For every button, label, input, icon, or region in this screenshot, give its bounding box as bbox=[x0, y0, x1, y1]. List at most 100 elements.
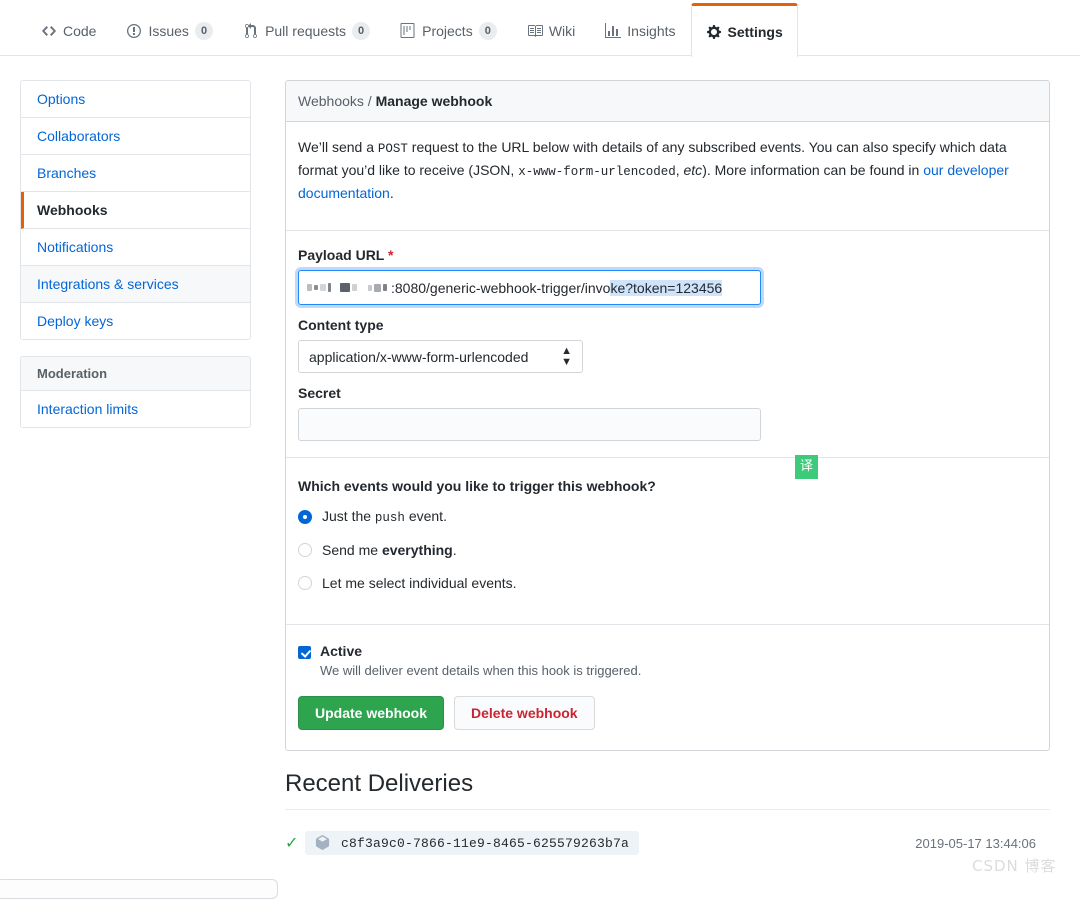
git-pull-request-icon bbox=[243, 23, 259, 39]
secret-label: Secret bbox=[298, 385, 1037, 401]
radio-individual-label: Let me select individual events. bbox=[322, 575, 517, 591]
sidebar-item-branches[interactable]: Branches bbox=[21, 155, 250, 192]
settings-menu-moderation: Moderation Interaction limits bbox=[20, 356, 251, 428]
intro-part-3: , bbox=[676, 162, 684, 178]
tab-code-label: Code bbox=[63, 24, 96, 38]
tab-projects-count: 0 bbox=[479, 22, 497, 40]
recent-deliveries-section: Recent Deliveries ✓ c8f3a9c0-7866-11e9-8… bbox=[285, 768, 1050, 858]
tab-projects[interactable]: Projects 0 bbox=[385, 3, 512, 57]
translate-badge[interactable]: 译 bbox=[795, 455, 818, 479]
sidebar-item-notifications[interactable]: Notifications bbox=[21, 229, 250, 266]
recent-deliveries-title: Recent Deliveries bbox=[285, 768, 1050, 809]
radio-option-push[interactable]: Just the push event. bbox=[298, 508, 1037, 525]
redacted-host-mosaic bbox=[307, 283, 389, 292]
radio-individual-indicator[interactable] bbox=[298, 576, 312, 590]
content-type-value: application/x-www-form-urlencoded bbox=[309, 349, 528, 365]
sidebar-heading-moderation: Moderation bbox=[21, 357, 250, 391]
radio-option-everything[interactable]: Send me everything. bbox=[298, 542, 1037, 558]
tab-pull-requests[interactable]: Pull requests 0 bbox=[228, 3, 385, 57]
intro-code-post: POST bbox=[378, 142, 408, 156]
delivery-row[interactable]: ✓ c8f3a9c0-7866-11e9-8465-625579263b7a 2… bbox=[285, 828, 1050, 858]
active-section: Active We will deliver event details whe… bbox=[286, 625, 1049, 750]
webhook-intro-text: We’ll send a POST request to the URL bel… bbox=[298, 136, 1037, 204]
repo-nav: Code Issues 0 Pull requests 0 Projects 0 bbox=[0, 0, 1080, 56]
events-question: Which events would you like to trigger t… bbox=[298, 478, 1037, 494]
package-icon bbox=[315, 835, 331, 851]
events-section: Which events would you like to trigger t… bbox=[286, 458, 1049, 614]
radio-push-indicator[interactable] bbox=[298, 510, 312, 524]
code-icon bbox=[41, 23, 57, 39]
secret-input[interactable] bbox=[298, 408, 761, 441]
settings-menu-primary: Options Collaborators Branches Webhooks … bbox=[20, 80, 251, 340]
payload-url-input[interactable]: :8080/generic-webhook-trigger/invoke?tok… bbox=[298, 270, 761, 305]
update-webhook-button[interactable]: Update webhook bbox=[298, 696, 444, 730]
tab-issues-label: Issues bbox=[148, 24, 188, 38]
status-popup-stub bbox=[0, 879, 278, 899]
active-checkbox-row[interactable]: Active We will deliver event details whe… bbox=[298, 643, 1037, 678]
check-icon: ✓ bbox=[285, 833, 305, 853]
project-board-icon bbox=[400, 23, 416, 39]
radio-everything-indicator[interactable] bbox=[298, 543, 312, 557]
graph-icon bbox=[605, 23, 621, 39]
intro-part-5: . bbox=[390, 185, 394, 201]
active-description: We will deliver event details when this … bbox=[320, 663, 641, 678]
radio-everything-suffix: . bbox=[453, 542, 457, 558]
tab-issues-count: 0 bbox=[195, 22, 213, 40]
payload-url-text-selected: ke?token=123456 bbox=[610, 280, 722, 296]
settings-sidebar: Options Collaborators Branches Webhooks … bbox=[20, 80, 251, 428]
gear-icon bbox=[706, 24, 722, 40]
breadcrumb-current: Manage webhook bbox=[376, 93, 493, 109]
sidebar-item-collaborators[interactable]: Collaborators bbox=[21, 118, 250, 155]
sidebar-item-deploy-keys[interactable]: Deploy keys bbox=[21, 303, 250, 339]
tab-projects-label: Projects bbox=[422, 24, 473, 38]
tab-pull-requests-count: 0 bbox=[352, 22, 370, 40]
payload-url-text-unselected: :8080/generic-webhook-trigger/invo bbox=[391, 280, 610, 296]
active-label: Active bbox=[320, 643, 641, 659]
sidebar-item-options[interactable]: Options bbox=[21, 81, 250, 118]
tab-insights-label: Insights bbox=[627, 24, 675, 38]
tab-issues[interactable]: Issues 0 bbox=[111, 3, 228, 57]
delete-webhook-button[interactable]: Delete webhook bbox=[454, 696, 595, 730]
form-actions: Update webhook Delete webhook bbox=[298, 696, 1037, 730]
radio-push-code: push bbox=[375, 511, 405, 525]
intro-part-4: ). More information can be found in bbox=[702, 162, 923, 178]
radio-push-label: Just the push event. bbox=[322, 508, 447, 525]
radio-everything-label: Send me everything. bbox=[322, 542, 457, 558]
sidebar-item-webhooks[interactable]: Webhooks bbox=[21, 192, 250, 229]
intro-italic-etc: etc bbox=[684, 162, 703, 178]
radio-push-prefix: Just the bbox=[322, 508, 375, 524]
chevron-updown-icon: ▲▼ bbox=[561, 346, 572, 368]
tab-wiki[interactable]: Wiki bbox=[512, 3, 590, 57]
tab-wiki-label: Wiki bbox=[549, 24, 575, 38]
site-watermark: CSDN 博客 bbox=[972, 855, 1057, 876]
sidebar-item-interaction-limits[interactable]: Interaction limits bbox=[21, 391, 250, 427]
intro-code-urlencoded: x-www-form-urlencoded bbox=[518, 165, 676, 179]
tab-insights[interactable]: Insights bbox=[590, 3, 690, 57]
intro-part-1: We’ll send a bbox=[298, 139, 378, 155]
content-type-label: Content type bbox=[298, 317, 1037, 333]
delivery-guid-pill[interactable]: c8f3a9c0-7866-11e9-8465-625579263b7a bbox=[305, 831, 639, 855]
content-type-select[interactable]: application/x-www-form-urlencoded ▲▼ bbox=[298, 340, 583, 373]
sidebar-item-integrations-services[interactable]: Integrations & services bbox=[21, 266, 250, 303]
payload-url-label: Payload URL * bbox=[298, 247, 1037, 263]
tab-pull-requests-label: Pull requests bbox=[265, 24, 346, 38]
tab-settings[interactable]: Settings bbox=[691, 3, 798, 57]
webhook-form-box: Webhooks / Manage webhook We’ll send a P… bbox=[285, 80, 1050, 751]
manage-webhook-panel: Webhooks / Manage webhook We’ll send a P… bbox=[285, 80, 1050, 751]
active-checkbox[interactable] bbox=[298, 646, 311, 659]
webhook-fields: Payload URL * :8080/ge bbox=[286, 231, 1049, 447]
tab-settings-label: Settings bbox=[728, 25, 783, 39]
webhook-intro: We’ll send a POST request to the URL bel… bbox=[286, 122, 1049, 220]
radio-everything-bold: everything bbox=[382, 542, 453, 558]
payload-url-label-text: Payload URL bbox=[298, 247, 384, 263]
delivery-timestamp: 2019-05-17 13:44:06 bbox=[915, 836, 1050, 851]
recent-deliveries-rule bbox=[285, 809, 1050, 810]
breadcrumb: Webhooks / Manage webhook bbox=[286, 81, 1049, 122]
breadcrumb-parent[interactable]: Webhooks / bbox=[298, 93, 372, 109]
delivery-guid: c8f3a9c0-7866-11e9-8465-625579263b7a bbox=[341, 836, 629, 851]
radio-push-suffix: event. bbox=[405, 508, 447, 524]
required-marker: * bbox=[388, 247, 393, 263]
radio-option-individual[interactable]: Let me select individual events. bbox=[298, 575, 1037, 591]
book-icon bbox=[527, 23, 543, 39]
tab-code[interactable]: Code bbox=[26, 3, 111, 57]
